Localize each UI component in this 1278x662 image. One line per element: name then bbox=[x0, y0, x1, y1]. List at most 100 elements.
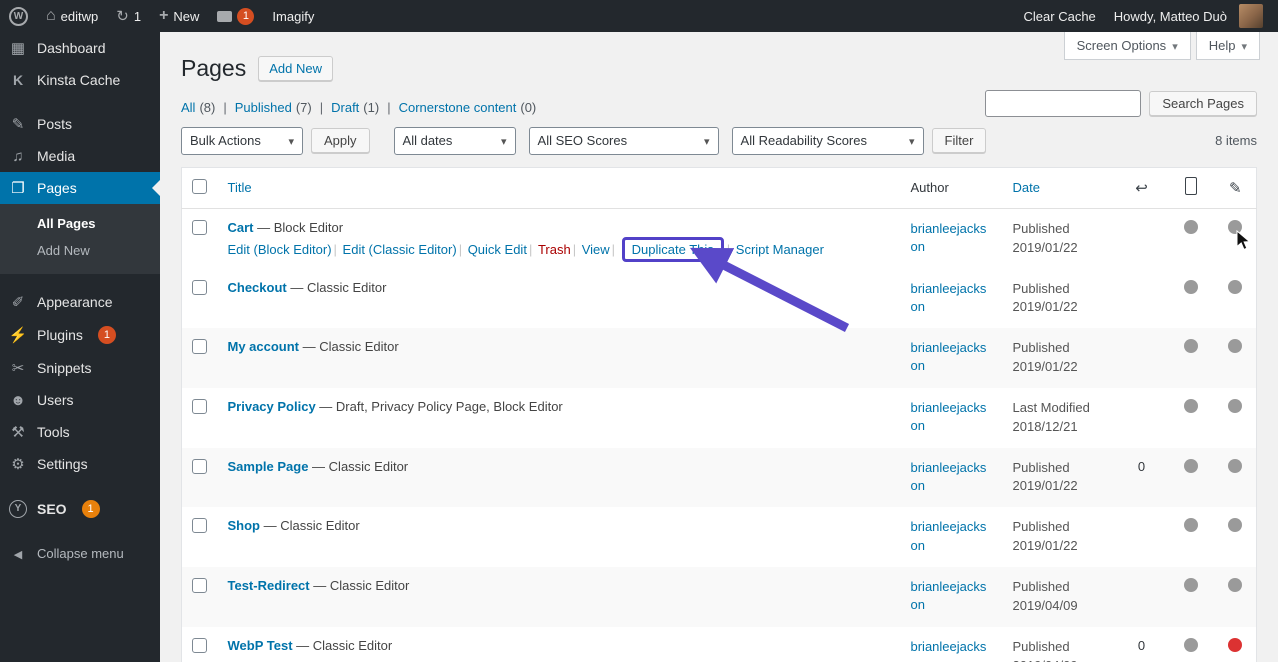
column-header-title[interactable]: Title bbox=[228, 180, 252, 195]
submenu-item-all-pages[interactable]: All Pages bbox=[0, 210, 160, 237]
wordpress-pages-screen: editwp 1 New 1 Imagify Clear Cache bbox=[0, 0, 1278, 662]
readability-scores-select[interactable]: All Readability Scores bbox=[731, 126, 924, 155]
dates-filter-select[interactable]: All dates bbox=[393, 126, 516, 155]
row-checkbox[interactable] bbox=[192, 458, 207, 474]
plugins-icon bbox=[8, 328, 28, 343]
redirect-count: 0 bbox=[1137, 458, 1146, 474]
post-state: — Classic Editor bbox=[308, 458, 409, 474]
updates-menu[interactable]: 1 bbox=[107, 0, 150, 32]
new-content-menu[interactable]: New bbox=[150, 0, 208, 32]
sidebar-item-appearance[interactable]: Appearance bbox=[0, 286, 160, 318]
author-link[interactable]: brianleejackson bbox=[911, 399, 993, 435]
row-checkbox[interactable] bbox=[192, 637, 207, 653]
action-duplicate-this[interactable]: Duplicate This bbox=[632, 242, 714, 257]
filter-cornerstone: Cornerstone content(0) bbox=[379, 100, 537, 115]
page-title-link[interactable]: My account bbox=[228, 339, 300, 354]
mobile-icon bbox=[1177, 177, 1205, 199]
table-row: Checkout — Classic Editor brianleejackso… bbox=[181, 268, 1257, 329]
sidebar-item-pages[interactable]: Pages bbox=[0, 172, 160, 204]
date-value: 2018/12/21 bbox=[1012, 418, 1078, 434]
help-button[interactable]: Help bbox=[1195, 32, 1260, 60]
date-status: Published bbox=[1012, 220, 1070, 236]
page-title-link[interactable]: Test-Redirect bbox=[228, 578, 310, 593]
author-link[interactable]: brianleejackson bbox=[911, 459, 993, 495]
sidebar-item-kinsta-cache[interactable]: Kinsta Cache bbox=[0, 64, 160, 96]
wordpress-logo-menu[interactable] bbox=[0, 0, 37, 32]
author-link[interactable]: brianleejackson bbox=[911, 638, 993, 662]
account-menu[interactable]: Howdy, Matteo Duò bbox=[1105, 0, 1272, 32]
date-value: 2019/01/22 bbox=[1012, 299, 1078, 315]
action-quick-edit[interactable]: Quick Edit bbox=[468, 242, 527, 257]
author-link[interactable]: brianleejackson bbox=[911, 220, 993, 256]
column-header-date[interactable]: Date bbox=[1013, 180, 1040, 195]
readability-score-dot bbox=[1228, 518, 1243, 533]
action-view[interactable]: View bbox=[582, 242, 610, 257]
sidebar-item-snippets[interactable]: Snippets bbox=[0, 352, 160, 384]
row-checkbox[interactable] bbox=[192, 279, 207, 295]
submenu-item-add-new[interactable]: Add New bbox=[0, 237, 160, 264]
sidebar-item-dashboard[interactable]: Dashboard bbox=[0, 32, 160, 64]
sidebar-item-settings[interactable]: Settings bbox=[0, 448, 160, 480]
filter-button[interactable]: Filter bbox=[931, 128, 987, 154]
page-title-link[interactable]: Cart bbox=[228, 220, 254, 235]
author-link[interactable]: brianleejackson bbox=[911, 280, 993, 316]
seo-score-dot bbox=[1183, 219, 1198, 234]
page-title-link[interactable]: Checkout bbox=[228, 280, 287, 295]
seo-scores-select[interactable]: All SEO Scores bbox=[528, 126, 719, 155]
action-trash[interactable]: Trash bbox=[538, 242, 571, 257]
sidebar-item-users[interactable]: Users bbox=[0, 384, 160, 416]
sidebar-item-posts[interactable]: Posts bbox=[0, 108, 160, 140]
sidebar-item-collapse-menu[interactable]: Collapse menu bbox=[0, 538, 160, 569]
date-value: 2019/04/09 bbox=[1012, 597, 1078, 613]
search-pages-button[interactable]: Search Pages bbox=[1149, 91, 1257, 116]
add-new-button[interactable]: Add New bbox=[258, 56, 333, 82]
sidebar-item-plugins[interactable]: Plugins 1 bbox=[0, 318, 160, 352]
pages-icon bbox=[8, 181, 28, 196]
site-name-menu[interactable]: editwp bbox=[37, 0, 107, 32]
date-status: Published bbox=[1012, 280, 1070, 296]
row-checkbox[interactable] bbox=[192, 398, 207, 414]
sidebar-item-media[interactable]: Media bbox=[0, 140, 160, 172]
row-checkbox[interactable] bbox=[192, 518, 207, 534]
admin-sidebar: Dashboard Kinsta Cache Posts Media Pages… bbox=[0, 32, 160, 662]
comments-menu[interactable]: 1 bbox=[208, 0, 263, 32]
table-row: My account — Classic Editor brianleejack… bbox=[181, 328, 1257, 388]
select-all-checkbox[interactable] bbox=[192, 178, 207, 194]
tools-icon bbox=[8, 425, 28, 440]
imagify-menu[interactable]: Imagify bbox=[263, 0, 323, 32]
author-link[interactable]: brianleejackson bbox=[911, 339, 993, 375]
action-edit-block-editor[interactable]: Edit (Block Editor) bbox=[228, 242, 332, 257]
table-row: Shop — Classic Editor brianleejackson Pu… bbox=[181, 507, 1257, 568]
page-title-link[interactable]: Privacy Policy bbox=[228, 399, 316, 414]
table-row: Test-Redirect — Classic Editor brianleej… bbox=[181, 567, 1257, 627]
row-checkbox[interactable] bbox=[192, 219, 207, 235]
row-checkbox[interactable] bbox=[192, 339, 207, 355]
page-title-link[interactable]: Sample Page bbox=[228, 459, 309, 474]
plus-icon bbox=[159, 8, 168, 24]
screen-options-button[interactable]: Screen Options bbox=[1063, 32, 1191, 60]
sidebar-item-seo[interactable]: SEO 1 bbox=[0, 492, 160, 526]
author-link[interactable]: brianleejackson bbox=[911, 518, 993, 554]
redirect-count: 0 bbox=[1137, 637, 1146, 653]
clear-cache-button[interactable]: Clear Cache bbox=[1015, 0, 1105, 32]
main-content: Screen Options Help Pages Add New Search… bbox=[160, 32, 1278, 662]
bulk-actions-select[interactable]: Bulk Actions bbox=[181, 126, 303, 155]
collapse-icon bbox=[8, 546, 28, 561]
row-checkbox[interactable] bbox=[192, 578, 207, 594]
users-icon bbox=[8, 393, 28, 408]
readability-score-dot bbox=[1228, 458, 1243, 473]
search-input[interactable] bbox=[985, 90, 1142, 117]
page-title-link[interactable]: Shop bbox=[228, 518, 261, 533]
date-value: 2019/01/22 bbox=[1012, 538, 1078, 554]
author-link[interactable]: brianleejackson bbox=[911, 578, 993, 614]
pages-submenu: All Pages Add New bbox=[0, 204, 160, 274]
action-edit-classic-editor[interactable]: Edit (Classic Editor) bbox=[343, 242, 457, 257]
action-script-manager[interactable]: Script Manager bbox=[736, 242, 824, 257]
chevron-down-icon bbox=[501, 133, 507, 148]
readability-score-dot bbox=[1228, 339, 1243, 354]
page-title-link[interactable]: WebP Test bbox=[228, 638, 293, 653]
avatar bbox=[1239, 4, 1263, 28]
apply-button[interactable]: Apply bbox=[311, 128, 370, 154]
admin-bar-left: editwp 1 New 1 Imagify bbox=[0, 0, 323, 32]
sidebar-item-tools[interactable]: Tools bbox=[0, 416, 160, 448]
